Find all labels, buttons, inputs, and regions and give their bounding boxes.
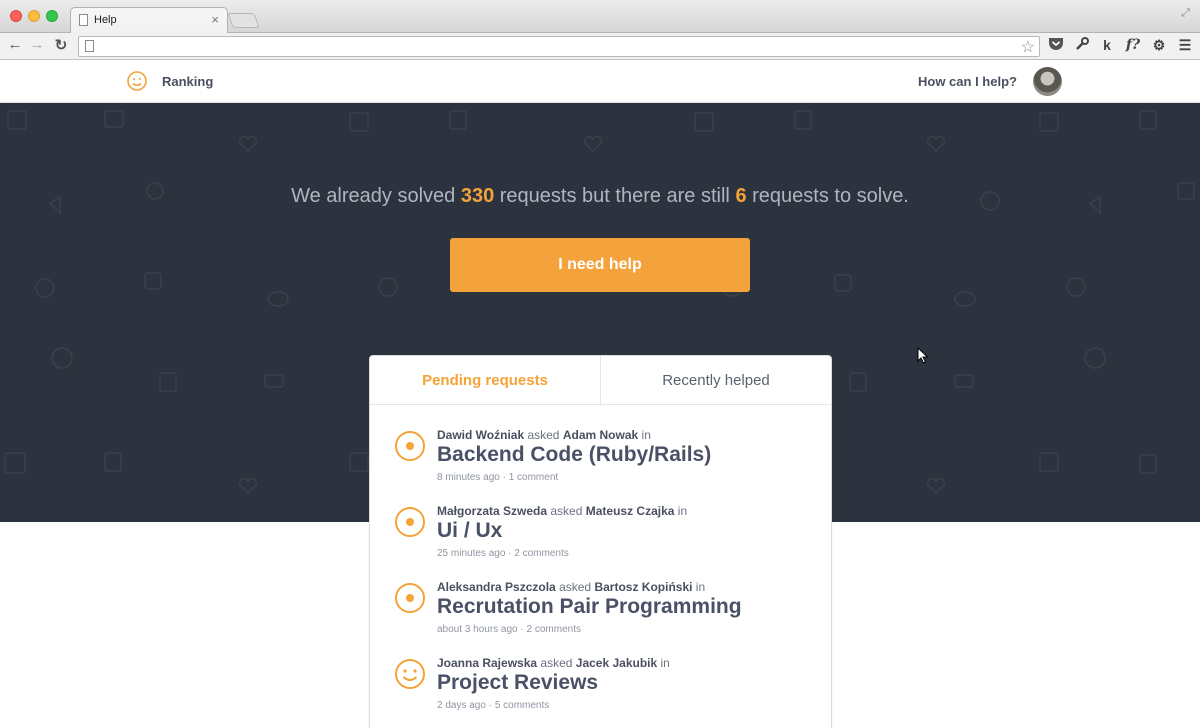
browser-titlebar: Help × ⤢	[0, 0, 1200, 34]
tab-title: Help	[94, 14, 117, 26]
headline-text-before: We already solved	[291, 185, 461, 207]
page-icon	[85, 40, 94, 52]
target-icon	[395, 431, 425, 461]
solved-requests-headline: We already solved 330 requests but there…	[0, 185, 1200, 208]
request-participants: Małgorzata Szweda asked Mateusz Czajka i…	[437, 504, 687, 518]
request-meta: about 3 hours ago · 2 comments	[437, 624, 581, 635]
reload-icon[interactable]: ↻	[52, 36, 70, 54]
asked-text: asked	[537, 656, 576, 670]
requester-name[interactable]: Aleksandra Pszczola	[437, 580, 556, 594]
how-can-i-help-link[interactable]: How can I help?	[918, 74, 1017, 89]
forward-arrow-icon[interactable]: →	[28, 36, 46, 53]
close-window-button[interactable]	[10, 10, 22, 22]
request-meta: 2 days ago · 5 comments	[437, 700, 550, 711]
headline-text-after: requests to solve.	[746, 185, 909, 207]
app-header: Ranking How can I help?	[0, 60, 1200, 103]
request-participants: Aleksandra Pszczola asked Bartosz Kopińs…	[437, 580, 705, 594]
minimize-window-button[interactable]	[28, 10, 40, 22]
in-text: in	[692, 580, 706, 594]
address-bar[interactable]: ☆	[78, 36, 1040, 57]
asked-text: asked	[547, 504, 586, 518]
url-input[interactable]	[101, 37, 1001, 56]
request-topic[interactable]: Recrutation Pair Programming	[437, 595, 742, 619]
requests-panel: Pending requests Recently helped Dawid W…	[369, 355, 832, 728]
request-meta: 8 minutes ago · 1 comment	[437, 472, 559, 483]
avatar[interactable]	[1033, 67, 1062, 96]
helper-name[interactable]: Mateusz Czajka	[586, 504, 675, 518]
request-topic[interactable]: Project Reviews	[437, 671, 598, 695]
browser-toolbar: ← → ↻ ☆ k f? ⚙ ☰	[0, 33, 1200, 60]
smiley-icon	[395, 659, 425, 689]
zoom-window-button[interactable]	[46, 10, 58, 22]
helper-name[interactable]: Jacek Jakubik	[576, 656, 657, 670]
browser-tab-help[interactable]: Help ×	[70, 7, 228, 34]
helper-name[interactable]: Bartosz Kopiński	[594, 580, 692, 594]
bookmark-star-icon[interactable]: ☆	[1021, 37, 1035, 57]
in-text: in	[657, 656, 670, 670]
request-topic[interactable]: Ui / Ux	[437, 519, 502, 543]
nav-ranking-link[interactable]: Ranking	[162, 74, 213, 89]
request-topic[interactable]: Backend Code (Ruby/Rails)	[437, 443, 711, 467]
asked-text: asked	[555, 580, 595, 594]
request-meta: 25 minutes ago · 2 comments	[437, 548, 569, 559]
page-icon	[79, 14, 88, 26]
request-participants: Joanna Rajewska asked Jacek Jakubik in	[437, 656, 670, 670]
gear-icon[interactable]: ⚙	[1150, 37, 1168, 54]
back-arrow-icon[interactable]: ←	[6, 36, 24, 53]
helper-name[interactable]: Adam Nowak	[563, 428, 638, 442]
target-icon	[395, 583, 425, 613]
tab-pending-requests[interactable]: Pending requests	[370, 356, 601, 404]
request-participants: Dawid Woźniak asked Adam Nowak in	[437, 428, 651, 442]
font-extension-icon[interactable]: f?	[1124, 37, 1142, 53]
pending-count: 6	[735, 185, 747, 207]
menu-icon[interactable]: ☰	[1176, 37, 1194, 54]
requester-name[interactable]: Dawid Woźniak	[437, 428, 524, 442]
fullscreen-icon[interactable]: ⤢	[1181, 7, 1190, 20]
pocket-extension-icon[interactable]	[1047, 37, 1065, 54]
k-extension-icon[interactable]: k	[1098, 37, 1116, 53]
solved-count: 330	[460, 185, 495, 207]
smiley-logo-icon[interactable]	[127, 71, 147, 91]
wrench-extension-icon[interactable]	[1073, 37, 1091, 54]
tab-close-icon[interactable]: ×	[211, 12, 219, 27]
target-icon	[395, 507, 425, 537]
requester-name[interactable]: Joanna Rajewska	[437, 656, 537, 670]
new-tab-button[interactable]	[227, 13, 260, 28]
i-need-help-button[interactable]: I need help	[450, 238, 750, 292]
requests-tabs: Pending requests Recently helped	[370, 356, 831, 405]
in-text: in	[638, 428, 651, 442]
asked-text: asked	[524, 428, 563, 442]
requester-name[interactable]: Małgorzata Szweda	[437, 504, 547, 518]
in-text: in	[674, 504, 688, 518]
headline-text-middle: requests but there are still	[494, 185, 736, 207]
tab-recently-helped[interactable]: Recently helped	[601, 356, 831, 404]
mouse-cursor-icon	[917, 347, 929, 364]
